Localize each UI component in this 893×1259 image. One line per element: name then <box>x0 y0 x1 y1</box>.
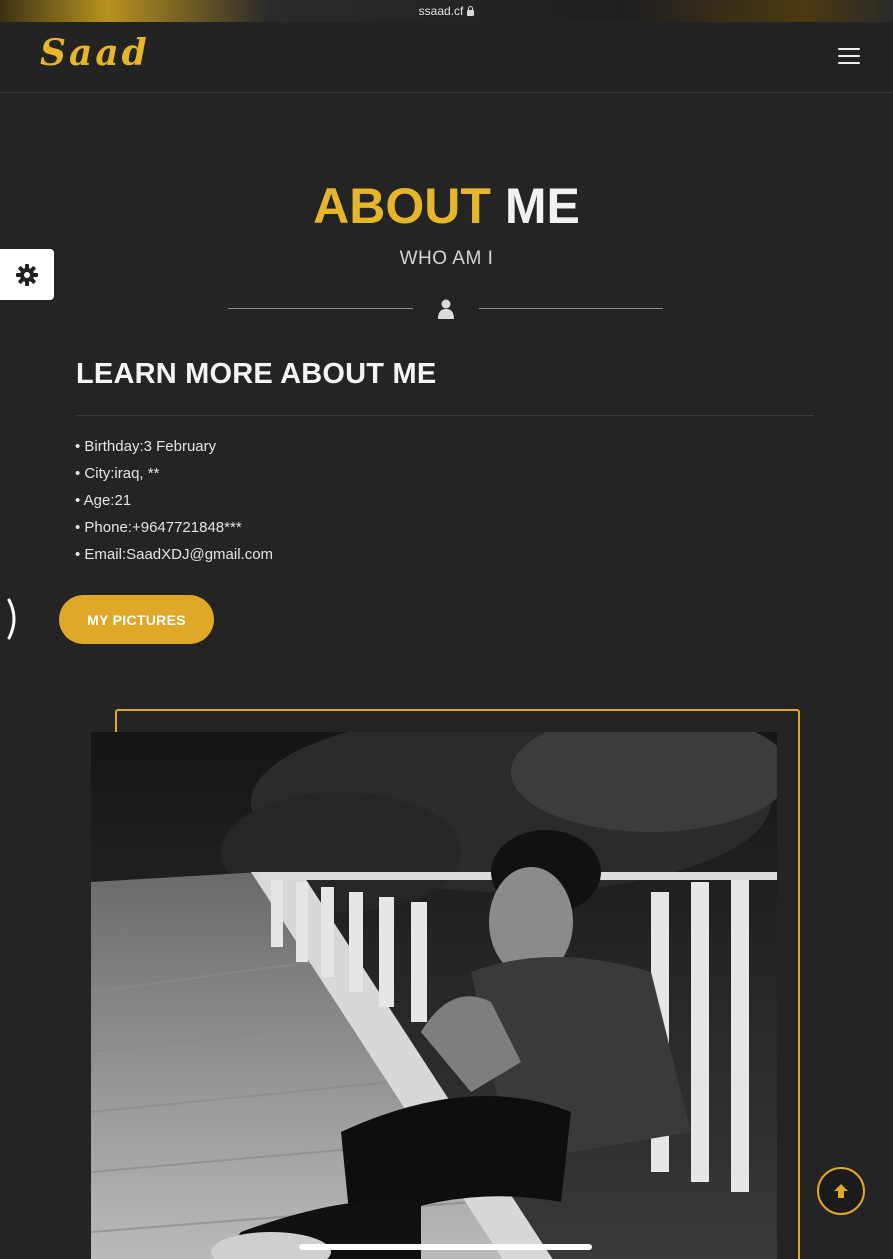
learn-more-divider <box>76 415 814 416</box>
info-email[interactable]: • Email:SaadXDJ@gmail.com <box>75 544 273 571</box>
url-display[interactable]: ssaad.cf <box>419 4 475 18</box>
menu-bar <box>838 55 860 57</box>
section-subtitle: WHO AM I <box>399 248 494 269</box>
info-age: • Age:21 <box>75 492 132 509</box>
divider-left <box>228 308 413 309</box>
info-phone[interactable]: • Phone:+9647721848*** <box>75 517 273 544</box>
menu-bar <box>838 48 860 50</box>
profile-photo <box>91 732 777 1259</box>
brand-logo[interactable]: Saad <box>40 32 150 74</box>
my-pictures-button[interactable]: MY PICTURES <box>59 595 214 644</box>
info-birthday: • Birthday:3 February <box>75 438 217 455</box>
page: ssaad.cf Saad ABOUT ME WHO AM I LEARN MO… <box>0 0 893 1259</box>
divider-right <box>479 308 663 309</box>
menu-bar <box>838 62 860 64</box>
user-icon <box>438 299 454 319</box>
learn-more-title: LEARN MORE ABOUT ME <box>76 358 437 390</box>
photo-illustration <box>91 732 777 1259</box>
title-highlight: ABOUT <box>313 178 491 234</box>
scroll-to-top-button[interactable] <box>817 1167 865 1215</box>
navbar: Saad <box>0 22 893 93</box>
section-title: ABOUT ME <box>0 177 893 235</box>
chevron-right-icon[interactable] <box>6 598 20 640</box>
title-rest: ME <box>504 178 580 234</box>
home-indicator[interactable] <box>299 1244 592 1250</box>
browser-url-bar[interactable]: ssaad.cf <box>0 0 893 22</box>
url-text: ssaad.cf <box>418 4 464 18</box>
lock-icon <box>467 5 475 16</box>
info-list: • Birthday:3 February • City:iraq, ** • … <box>75 436 273 571</box>
arrow-up-icon <box>834 1184 848 1198</box>
info-city: • City:iraq, ** <box>75 465 160 482</box>
hamburger-menu-icon[interactable] <box>838 48 860 66</box>
